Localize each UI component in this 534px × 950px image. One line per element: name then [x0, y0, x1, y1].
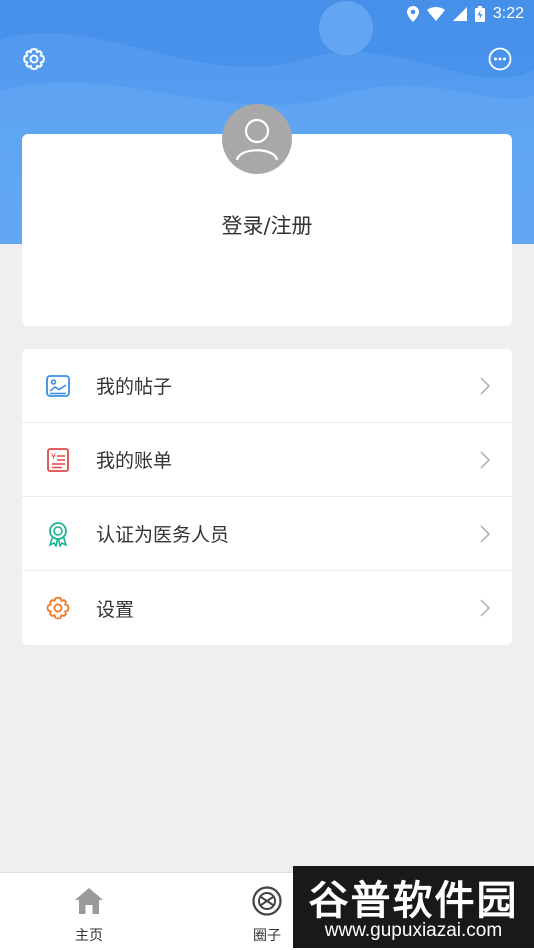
menu-item-my-posts[interactable]: 我的帖子	[22, 349, 512, 423]
battery-icon	[474, 6, 485, 22]
chevron-right-icon	[480, 599, 491, 617]
status-bar: 3:22	[0, 0, 534, 28]
status-time: 3:22	[492, 5, 524, 22]
bill-icon: ¥	[47, 447, 69, 472]
watermark-url: www.gupuxiazai.com	[324, 920, 503, 941]
user-avatar-icon[interactable]	[222, 104, 292, 174]
watermark-title: 谷普软件园	[308, 878, 519, 924]
signal-icon	[452, 7, 467, 21]
menu-item-medical-certification[interactable]: 认证为医务人员	[22, 497, 512, 571]
svg-text:¥: ¥	[51, 452, 56, 461]
image-post-icon	[46, 374, 70, 397]
chat-icon[interactable]	[487, 46, 513, 72]
wifi-icon	[426, 7, 445, 21]
tab-label: 主页	[75, 928, 103, 944]
menu-list: 我的帖子 ¥ 我的账单 认证为医务人员 设置	[22, 349, 512, 645]
location-icon	[406, 6, 419, 22]
menu-item-label: 我的帖子	[96, 376, 173, 398]
menu-item-label: 我的账单	[96, 450, 173, 472]
watermark-logo: 谷普软件园 www.gupuxiazai.com	[293, 866, 534, 948]
menu-item-label: 认证为医务人员	[96, 524, 230, 546]
chevron-right-icon	[480, 524, 491, 543]
home-icon	[75, 888, 103, 914]
circle-icon	[252, 886, 282, 916]
gear-icon[interactable]	[21, 46, 47, 72]
gear-icon	[46, 596, 70, 620]
menu-item-settings[interactable]: 设置	[22, 571, 512, 645]
tab-home[interactable]: 主页	[39, 873, 139, 950]
menu-item-my-bills[interactable]: ¥ 我的账单	[22, 423, 512, 497]
login-register-link[interactable]: 登录/注册	[0, 210, 534, 240]
chevron-right-icon	[480, 450, 491, 469]
chevron-right-icon	[480, 376, 491, 395]
menu-item-label: 设置	[96, 598, 135, 621]
badge-icon	[48, 521, 68, 547]
